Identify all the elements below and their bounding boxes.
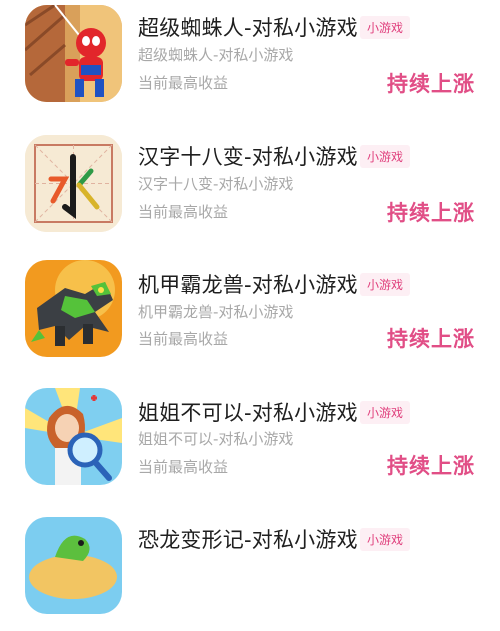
game-subtitle: 姐姐不可以-对私小游戏	[138, 430, 294, 448]
earnings-value: 持续上涨	[387, 327, 475, 351]
game-title: 机甲霸龙兽-对私小游戏	[138, 273, 358, 297]
game-item-spiderman[interactable]: 超级蜘蛛人-对私小游戏 小游戏 超级蜘蛛人-对私小游戏 当前最高收益 持续上涨	[0, 0, 500, 120]
game-item-mecha[interactable]: 机甲霸龙兽-对私小游戏 小游戏 机甲霸龙兽-对私小游戏 当前最高收益 持续上涨	[0, 255, 500, 375]
game-subtitle: 机甲霸龙兽-对私小游戏	[138, 303, 294, 321]
dinosaur-game-icon[interactable]	[25, 517, 122, 614]
earnings-label: 当前最高收益	[138, 458, 229, 476]
mini-game-badge: 小游戏	[360, 145, 411, 168]
game-subtitle: 超级蜘蛛人-对私小游戏	[138, 46, 294, 64]
game-item-dinosaur[interactable]: 恐龙变形记-对私小游戏 小游戏	[0, 511, 500, 631]
game-title: 汉字十八变-对私小游戏	[138, 145, 358, 169]
earnings-value: 持续上涨	[387, 72, 475, 96]
earnings-label: 当前最高收益	[138, 330, 229, 348]
game-title: 恐龙变形记-对私小游戏	[138, 528, 358, 552]
earnings-value: 持续上涨	[387, 201, 475, 225]
mini-game-badge: 小游戏	[360, 401, 411, 424]
game-item-sister[interactable]: 姐姐不可以-对私小游戏 小游戏 姐姐不可以-对私小游戏 当前最高收益 持续上涨	[0, 383, 500, 503]
game-title: 姐姐不可以-对私小游戏	[138, 401, 358, 425]
mini-game-badge: 小游戏	[360, 528, 411, 551]
mini-game-badge: 小游戏	[360, 16, 411, 39]
game-subtitle: 汉字十八变-对私小游戏	[138, 175, 294, 193]
mini-game-badge: 小游戏	[360, 273, 411, 296]
spiderman-game-icon[interactable]	[25, 5, 122, 102]
game-item-hanzi[interactable]: 汉字十八变-对私小游戏 小游戏 汉字十八变-对私小游戏 当前最高收益 持续上涨	[0, 127, 500, 247]
sister-magnifier-game-icon[interactable]	[25, 388, 122, 485]
game-title: 超级蜘蛛人-对私小游戏	[138, 16, 358, 40]
chinese-character-game-icon[interactable]	[25, 135, 122, 232]
earnings-label: 当前最高收益	[138, 74, 229, 92]
earnings-value: 持续上涨	[387, 454, 475, 478]
mecha-dragon-game-icon[interactable]	[25, 260, 122, 357]
earnings-label: 当前最高收益	[138, 203, 229, 221]
